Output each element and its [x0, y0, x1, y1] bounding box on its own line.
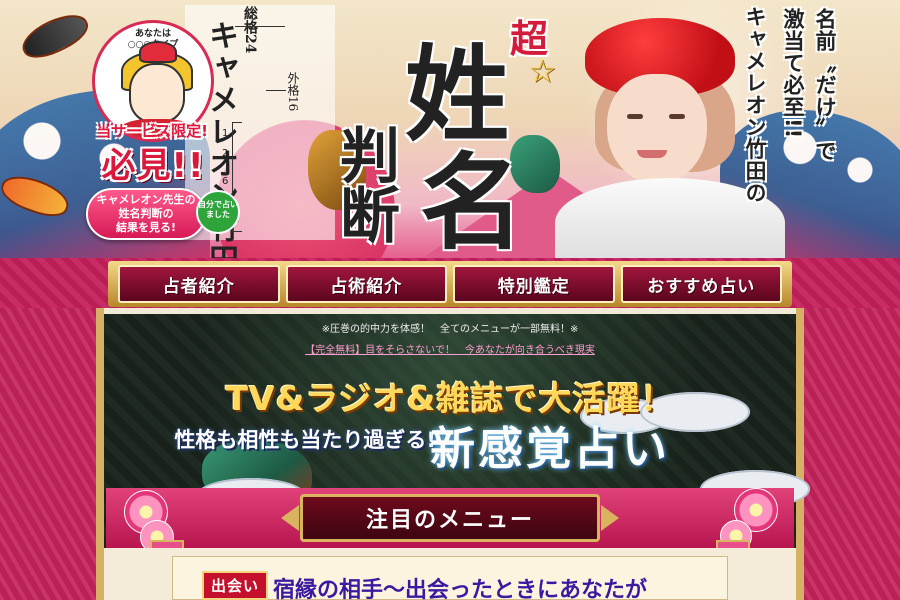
diagram-line [235, 26, 285, 27]
menu-item-title-link[interactable]: 宿縁の相手～出会ったときにあなたが [273, 572, 793, 600]
nav-item-recommended[interactable]: おすすめ占い [620, 265, 782, 303]
eye-icon [627, 114, 643, 119]
stroke-count: 1 [222, 128, 229, 139]
button-line: 結果を見る! [115, 221, 177, 234]
nav-item-methods[interactable]: 占術紹介 [285, 265, 447, 303]
badge-caption-line: あなたは [134, 29, 171, 39]
self-reading-tag: 自分で占いました [196, 190, 240, 234]
stroke-count: 2 [222, 148, 229, 159]
view-result-button[interactable]: キャメレオン先生の 姓名判断の 結果を見る! [86, 188, 206, 240]
notice-text: ※圧巻の的中力を体感！ 全てのメニューが一部無料！※ [321, 324, 579, 335]
category-badge: 出会い [202, 571, 268, 600]
button-line: キャメレオン先生の [96, 193, 196, 206]
character-face-icon [129, 63, 185, 123]
catchphrase-line-2: 激当て必至!! [781, 8, 805, 140]
nav-item-fortune-tellers[interactable]: 占者紹介 [118, 265, 280, 303]
catchphrase-line-1: 名前〝だけ〟で [813, 8, 837, 162]
total-score-label: 総格24 [242, 6, 258, 54]
character-hat-icon [139, 41, 177, 63]
mouth-icon [637, 150, 667, 158]
hero-title: 新感覚占い [430, 422, 671, 475]
diagram-line [266, 90, 286, 91]
outer-score-label: 外格16 [286, 72, 300, 112]
koi-fish-icon [16, 6, 94, 66]
stroke-count: 6 [222, 176, 229, 187]
free-reading-link[interactable]: 【完全無料】目をそらさないで！ 今あなたが向き合うべき現実 [104, 341, 796, 356]
catchphrase-line-3: キャメレオン竹田の [743, 6, 767, 204]
eye-icon [669, 114, 685, 119]
portrait-face [607, 74, 707, 184]
promo-headline: 必見!! [101, 146, 205, 186]
hero-subtitle: 性格も相性も当たり過ぎる! [174, 428, 436, 452]
title-mei: 名 [420, 141, 525, 264]
button-line: 姓名判断の [118, 207, 174, 220]
nav-item-special-reading[interactable]: 特別鑑定 [453, 265, 615, 303]
title-dan: 断 [340, 182, 400, 252]
featured-menu-heading: 注目のメニュー [281, 494, 619, 542]
main-nav: 占者紹介 占術紹介 特別鑑定 おすすめ占い [108, 261, 792, 307]
